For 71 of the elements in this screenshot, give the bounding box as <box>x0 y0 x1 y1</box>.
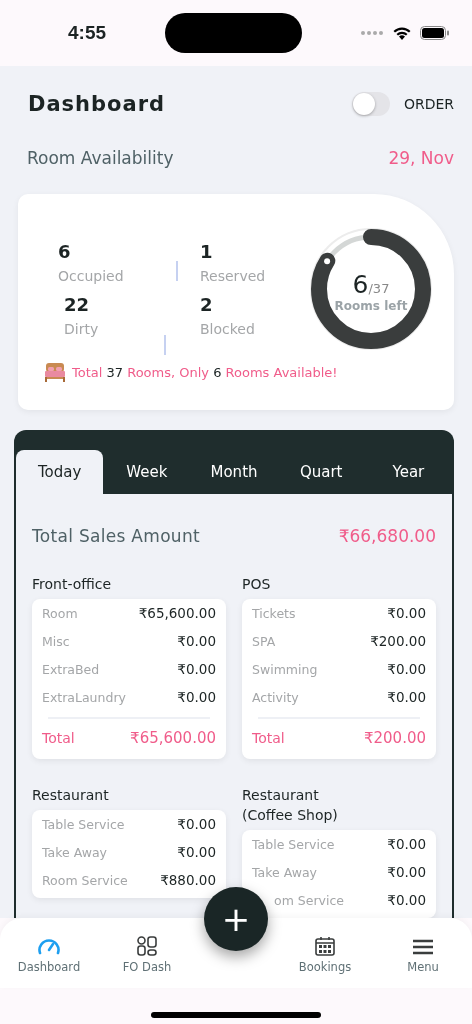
row-value: ₹0.00 <box>387 605 426 621</box>
section-title: Room Availability <box>27 148 174 168</box>
stat-value: 6 <box>58 241 72 262</box>
date-label: 29, Nov <box>388 148 454 168</box>
row-label: Take Away <box>42 844 107 860</box>
section-heading: Restaurant <box>32 786 110 805</box>
period-tab[interactable]: Month <box>190 450 278 494</box>
row-label: SPA <box>252 633 276 649</box>
row-value: ₹0.00 <box>177 633 216 649</box>
row-value: ₹65,600.00 <box>138 605 216 621</box>
row-label: Room <box>42 605 78 621</box>
period-tab[interactable]: Today <box>16 450 104 494</box>
total-label: Total <box>252 730 285 746</box>
stat-value: 2 <box>200 294 214 315</box>
stat-label: Reserved <box>200 268 267 284</box>
row-label: Table Service <box>42 816 125 832</box>
row-label: Misc <box>42 633 70 649</box>
page-title: Dashboard <box>28 92 166 116</box>
row-label: Tickets <box>252 605 296 621</box>
total-value: ₹65,600.00 <box>130 729 216 747</box>
row-label: ExtraBed <box>42 661 100 677</box>
availability-summary: Total 37 Rooms, Only 6 Rooms Available! <box>72 364 338 380</box>
nav-item[interactable]: Bookings <box>276 936 374 988</box>
stat-value: 22 <box>64 294 91 315</box>
row-value: ₹880.00 <box>160 872 216 888</box>
order-label: ORDER <box>403 96 454 112</box>
speedometer-icon <box>37 936 61 956</box>
bed-icon <box>44 362 66 382</box>
row-label: om Service <box>273 892 344 908</box>
total-sales-amount: ₹66,680.00 <box>338 526 436 546</box>
row-label: Take Away <box>252 864 317 880</box>
row-value: ₹0.00 <box>387 892 426 908</box>
row-label: Table Service <box>252 836 335 852</box>
period-tab[interactable]: Week <box>103 450 191 494</box>
total-sales-label: Total Sales Amount <box>32 526 200 546</box>
row-label: Room Service <box>42 872 128 888</box>
grid-icon <box>136 936 158 956</box>
row-value: ₹0.00 <box>177 816 216 832</box>
row-label: Activity <box>252 689 299 705</box>
section-heading: POS <box>242 575 272 594</box>
section-heading: Front-office <box>32 575 113 594</box>
row-value: ₹0.00 <box>177 689 216 705</box>
row-value: ₹0.00 <box>387 836 426 852</box>
status-time: 4:55 <box>68 22 107 44</box>
battery-icon <box>420 26 450 40</box>
rooms-left-label: Rooms left <box>334 298 408 313</box>
row-label: ExtraLaundry <box>42 689 126 705</box>
row-value: ₹0.00 <box>387 661 426 677</box>
nav-item[interactable]: FO Dash <box>98 936 196 988</box>
total-value: ₹200.00 <box>363 729 426 747</box>
stat-label: Blocked <box>200 321 256 337</box>
nav-item[interactable]: Menu <box>374 936 472 988</box>
period-tab[interactable]: Quart <box>277 450 365 494</box>
period-tab[interactable]: Year <box>364 450 452 494</box>
stat-label: Dirty <box>64 321 100 337</box>
row-value: ₹0.00 <box>177 661 216 677</box>
row-value: ₹0.00 <box>387 864 426 880</box>
row-label: Swimming <box>252 661 318 677</box>
stat-value: 1 <box>200 241 214 262</box>
row-value: ₹200.00 <box>370 633 426 649</box>
section-heading: Restaurant (Coffee Shop) <box>242 786 339 825</box>
rooms-left-count: 6/37 <box>352 269 390 299</box>
nav-item[interactable]: Dashboard <box>0 936 98 988</box>
row-value: ₹0.00 <box>177 844 216 860</box>
row-value: ₹0.00 <box>387 689 426 705</box>
calendar-icon <box>314 936 336 956</box>
total-label: Total <box>42 730 75 746</box>
stat-label: Occupied <box>58 268 125 284</box>
order-toggle[interactable] <box>351 92 390 116</box>
wifi-icon <box>392 25 412 41</box>
signal-icon <box>360 30 384 36</box>
